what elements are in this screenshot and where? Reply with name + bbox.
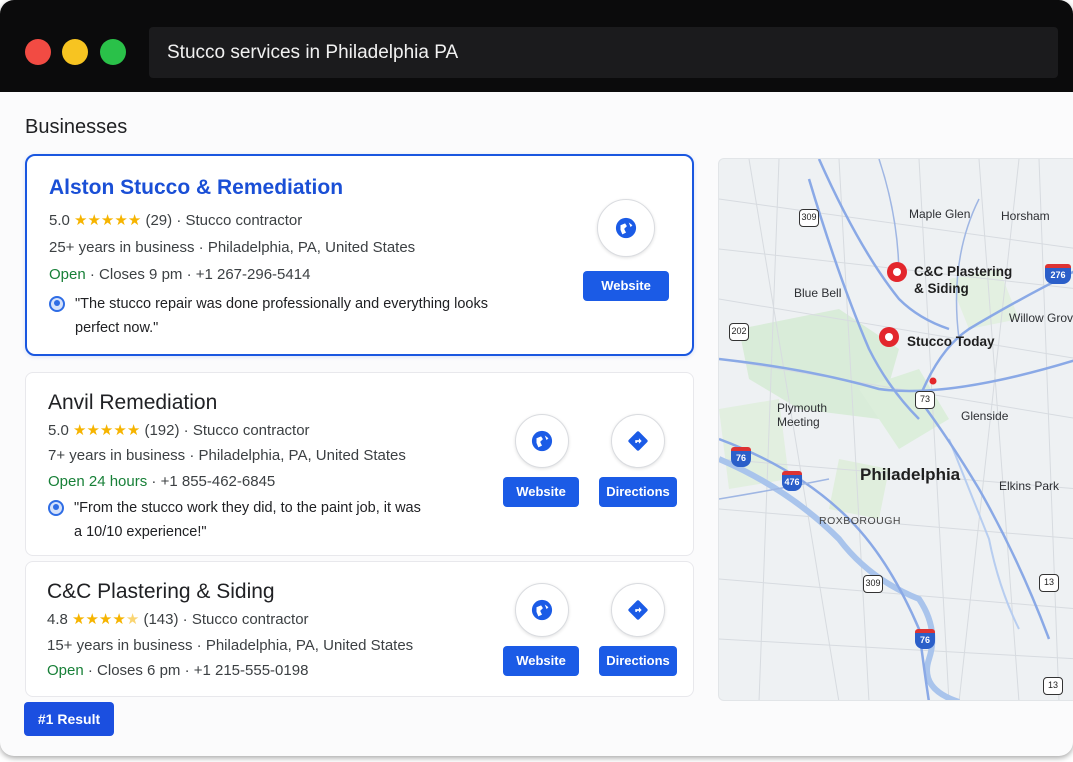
rating-line: 5.0 ★★★★★ (192) · Stucco contractor (48, 421, 310, 439)
route-13-shield: 13 (1039, 574, 1059, 592)
reviewer-avatar-icon (48, 500, 64, 516)
hours-line: Open · Closes 6 pm · +1 215-555-0198 (47, 662, 308, 679)
map-label-willow-grove: Willow Grove (1009, 311, 1073, 325)
rating-line: 5.0 ★★★★★ (29) · Stucco contractor (49, 211, 302, 229)
route-76-shield-south: 76 (915, 629, 935, 649)
hours-line: Open · Closes 9 pm · +1 267-296-5414 (49, 266, 310, 283)
business-name[interactable]: Alston Stucco & Remediation (49, 176, 343, 200)
star-rating-icon: ★★★★★ (73, 422, 141, 439)
website-button[interactable]: Website (583, 271, 669, 301)
review-text: "From the stucco work they did, to the p… (74, 500, 421, 540)
map-label-elkins-park: Elkins Park (999, 479, 1060, 493)
directions-button[interactable]: Directions (599, 477, 677, 507)
map-label-horsham: Horsham (1001, 209, 1050, 223)
hours-phone: · Closes 6 pm · +1 215-555-0198 (87, 662, 309, 679)
open-status: Open (49, 266, 86, 283)
directions-button[interactable]: Directions (599, 646, 677, 676)
map-pin-label[interactable]: Stucco Today (907, 333, 995, 350)
globe-icon (531, 430, 553, 452)
business-category: · Stucco contractor (182, 611, 309, 628)
star-rating-icon: ★★★★★ (74, 212, 142, 229)
route-476-shield: 476 (782, 471, 802, 491)
open-status: Open (47, 662, 84, 679)
business-name[interactable]: C&C Plastering & Siding (47, 580, 275, 604)
directions-icon (628, 600, 648, 620)
map-label-plymouth-meeting: Plymouth Meeting (777, 401, 828, 429)
globe-icon (531, 599, 553, 621)
years-location: 25+ years in business · Philadelphia, PA… (49, 239, 416, 256)
business-category: · Stucco contractor (176, 212, 303, 229)
review-count[interactable]: (192) (144, 422, 179, 439)
result-badge: #1 Result (24, 702, 114, 736)
map-pin-icon[interactable] (887, 262, 907, 282)
map-label-blue-bell: Blue Bell (794, 286, 842, 300)
half-star-icon: ★ (125, 611, 140, 628)
years-location: 15+ years in business · Philadelphia, PA… (47, 637, 414, 654)
hours-line: Open 24 hours · +1 855-462-6845 (48, 473, 275, 490)
open-status: Open 24 hours (48, 473, 148, 490)
rating-value: 5.0 (49, 212, 70, 229)
business-card[interactable]: C&C Plastering & Siding 4.8 ★★★★★ (143) … (25, 561, 694, 697)
browser-window: Stucco services in Philadelphia PA Busin… (0, 0, 1073, 756)
website-globe-button[interactable] (515, 414, 569, 468)
rating-line: 4.8 ★★★★★ (143) · Stucco contractor (47, 610, 309, 628)
section-title: Businesses (25, 116, 128, 138)
globe-icon (615, 217, 637, 239)
years-location: 7+ years in business · Philadelphia, PA,… (48, 447, 406, 464)
close-window-button[interactable] (25, 39, 51, 65)
reviewer-avatar-icon (49, 296, 65, 312)
search-query[interactable]: Stucco services in Philadelphia PA (167, 42, 458, 64)
business-category: · Stucco contractor (183, 422, 310, 439)
directions-circle-button[interactable] (611, 583, 665, 637)
directions-icon (628, 431, 648, 451)
map-label-philadelphia: Philadelphia (860, 465, 961, 484)
business-name[interactable]: Anvil Remediation (48, 391, 217, 415)
map-label-roxborough: ROXBOROUGH (819, 515, 902, 527)
website-globe-button[interactable] (597, 199, 655, 257)
map-pin-icon[interactable] (879, 327, 899, 347)
route-276-shield: 276 (1045, 264, 1071, 284)
route-13-shield-south: 13 (1043, 677, 1063, 695)
review-snippet: "From the stucco work they did, to the p… (48, 496, 428, 544)
minimize-window-button[interactable] (62, 39, 88, 65)
route-309-shield-south: 309 (863, 575, 883, 593)
rating-value: 4.8 (47, 611, 68, 628)
route-73-shield: 73 (915, 391, 935, 409)
title-bar: Stucco services in Philadelphia PA (0, 0, 1073, 92)
rating-value: 5.0 (48, 422, 69, 439)
website-globe-button[interactable] (515, 583, 569, 637)
business-card[interactable]: Alston Stucco & Remediation 5.0 ★★★★★ (2… (25, 154, 694, 356)
maximize-window-button[interactable] (100, 39, 126, 65)
star-rating-icon: ★★★★ (72, 611, 126, 628)
map-view[interactable]: 309 276 202 73 76 476 309 13 76 13 Maple… (718, 158, 1073, 701)
map-pin-label[interactable]: C&C Plastering & Siding (914, 263, 1024, 297)
route-76-shield: 76 (731, 447, 751, 467)
review-count[interactable]: (29) (145, 212, 172, 229)
map-label-maple-glen: Maple Glen (909, 207, 971, 221)
hours-phone: · Closes 9 pm · +1 267-296-5414 (89, 266, 311, 283)
website-button[interactable]: Website (503, 477, 579, 507)
hours-phone: · +1 855-462-6845 (151, 473, 276, 490)
route-309-shield: 309 (799, 209, 819, 227)
review-count[interactable]: (143) (143, 611, 178, 628)
route-202-shield: 202 (729, 323, 749, 341)
business-card[interactable]: Anvil Remediation 5.0 ★★★★★ (192) · Stuc… (25, 372, 694, 556)
website-button[interactable]: Website (503, 646, 579, 676)
map-label-glenside: Glenside (961, 409, 1009, 423)
search-bar[interactable]: Stucco services in Philadelphia PA (149, 27, 1058, 78)
review-text: "The stucco repair was done professional… (75, 296, 488, 336)
review-snippet: "The stucco repair was done professional… (49, 292, 509, 340)
map-roads (719, 159, 1073, 700)
directions-circle-button[interactable] (611, 414, 665, 468)
